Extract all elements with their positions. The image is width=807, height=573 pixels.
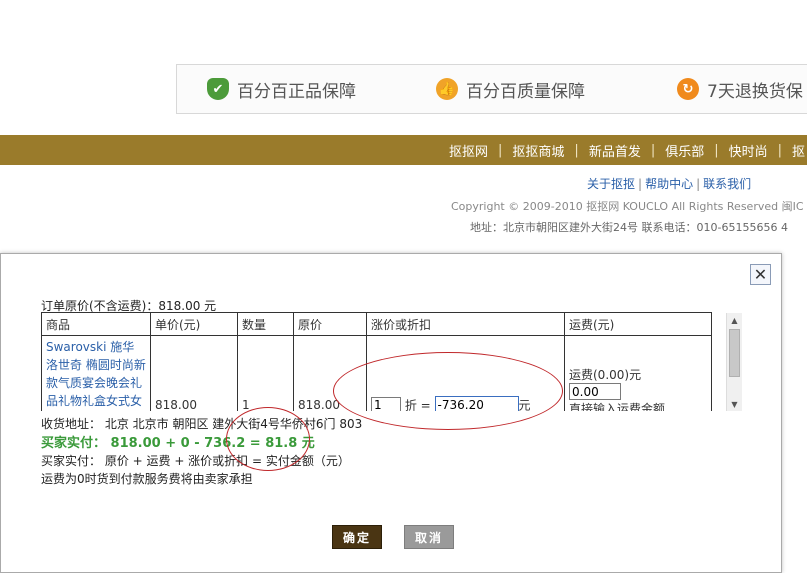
buyer-payment: 买家实付： 818.00 + 0 - 736.2 = 81.8 元 [41,436,315,451]
guarantee-text: 百分百正品保障 [237,81,356,102]
discount-input[interactable] [371,396,401,411]
close-icon[interactable]: ✕ [750,264,771,285]
original-price: 818.00 [293,335,367,411]
shipping-cell: 运费(0.00)元 直接输入运费金额 [564,335,712,411]
guarantee-return: ↻ 7天退换货保 [677,65,803,113]
guarantee-text: 百分百质量保障 [466,81,585,102]
nav-link-more[interactable]: 抠 [792,141,805,160]
col-shipping: 运费(元) [564,312,712,336]
shield-check-icon: ✔ [207,78,229,100]
footer-link-about[interactable]: 关于抠抠 [587,177,635,191]
scroll-down-icon[interactable]: ▼ [727,397,742,411]
nav-link-new[interactable]: 新品首发 [589,141,641,160]
col-adjust: 涨价或折扣 [366,312,565,336]
col-original-price: 原价 [293,312,367,336]
col-quantity: 数量 [237,312,294,336]
payment-formula: 买家实付： 原价 + 运费 + 涨价或折扣 = 实付金额（元） [41,454,350,468]
shipping-input[interactable] [569,383,621,400]
guarantee-text: 7天退换货保 [707,81,803,102]
nav-link-fashion[interactable]: 快时尚 [729,141,768,160]
order-table: 商品 单价(元) 数量 原价 涨价或折扣 运费(元) Swarovski 施华洛… [41,312,712,411]
order-table-scroll: 商品 单价(元) 数量 原价 涨价或折扣 运费(元) Swarovski 施华洛… [41,312,741,411]
quantity: 1 [237,335,294,411]
adjusted-price-input[interactable] [434,395,519,411]
col-unit-price: 单价(元) [150,312,238,336]
nav-link-mall[interactable]: 抠抠商城 [512,141,564,160]
shipping-hint: 直接输入运费金额 [569,402,666,411]
confirm-button[interactable]: 确定 [332,525,382,549]
footer-link-help[interactable]: 帮助中心 [645,177,693,191]
footer-address: 地址：北京市朝阳区建外大街24号 联系电话：010-65155656 4 [470,221,788,234]
yuan-label: 元 [518,398,531,411]
nav-link-kouko[interactable]: 抠抠网 [449,141,488,160]
guarantee-authentic: ✔ 百分百正品保障 [207,65,356,113]
product-name[interactable]: Swarovski 施华洛世奇 椭圆时尚新款气质宴会晚会礼品礼物礼盒女式女 [41,335,151,411]
footer-copyright: Copyright © 2009-2010 抠抠网 KOUCLO All Rig… [451,200,804,213]
thumbs-up-icon: 👍 [436,78,458,100]
table-row: Swarovski 施华洛世奇 椭圆时尚新款气质宴会晚会礼品礼物礼盒女式女 81… [41,335,712,411]
scroll-up-icon[interactable]: ▲ [727,313,742,327]
adjust-cell: 折 = 元 [366,335,565,411]
guarantee-bar: ✔ 百分百正品保障 👍 百分百质量保障 ↻ 7天退换货保 [176,64,807,114]
cancel-button[interactable]: 取消 [404,525,454,549]
unit-price: 818.00 [150,335,238,411]
nav-link-club[interactable]: 俱乐部 [665,141,704,160]
price-adjust-dialog: ✕ 订单原价(不含运费)：818.00 元 商品 单价(元) 数量 原价 涨价或… [0,253,782,573]
table-scrollbar[interactable]: ▲ ▼ [726,313,742,411]
footer-link-contact[interactable]: 联系我们 [703,177,751,191]
guarantee-quality: 👍 百分百质量保障 [436,65,585,113]
footer-links: 关于抠抠 | 帮助中心 | 联系我们 [587,177,752,191]
scroll-thumb[interactable] [729,329,740,377]
main-nav: 抠抠网 | 抠抠商城 | 新品首发 | 俱乐部 | 快时尚 | 抠 [0,135,807,165]
refresh-icon: ↻ [677,78,699,100]
discount-label: 折 = [404,398,431,411]
col-product: 商品 [41,312,151,336]
shipping-address: 收货地址： 北京 北京市 朝阳区 建外大街4号华侨村6门 803 [41,417,363,431]
shipping-label: 运费(0.00)元 [569,368,642,382]
shipping-note: 运费为0时货到付款服务费将由卖家承担 [41,472,253,486]
